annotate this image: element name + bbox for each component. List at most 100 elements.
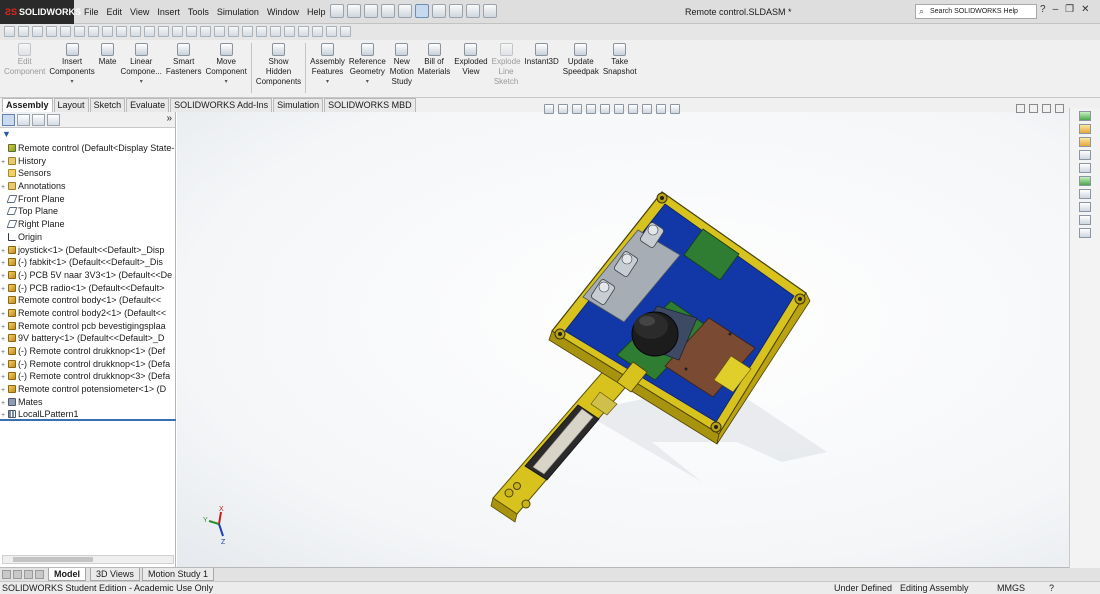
tree-item[interactable]: Sensors bbox=[0, 167, 175, 180]
tree-item[interactable]: Right Plane bbox=[0, 218, 175, 231]
expand-toggle-icon[interactable]: + bbox=[1, 322, 8, 333]
camera-icon[interactable] bbox=[88, 26, 99, 37]
tab-3d-views[interactable]: 3D Views bbox=[90, 568, 140, 581]
menu-item-simulation[interactable]: Simulation bbox=[213, 0, 263, 24]
view-palette-icon[interactable] bbox=[1079, 150, 1091, 160]
restore-icon[interactable]: ❐ bbox=[1065, 4, 1074, 15]
align-icon[interactable] bbox=[186, 26, 197, 37]
instant3d-button[interactable]: Instant3D bbox=[523, 43, 561, 97]
tree-item[interactable]: + Remote control pcb bevestigingsplaa bbox=[0, 320, 175, 333]
expand-toggle-icon[interactable]: + bbox=[1, 284, 8, 295]
update-speedpak-button[interactable]: Update Speedpak bbox=[561, 43, 601, 97]
expand-toggle-icon[interactable]: + bbox=[1, 334, 8, 345]
solidworks-forum-icon[interactable] bbox=[1079, 189, 1091, 199]
tree-item[interactable]: + Mates bbox=[0, 396, 175, 409]
sum-icon[interactable] bbox=[60, 26, 71, 37]
expand-toggle-icon[interactable]: + bbox=[1, 360, 8, 371]
tree-item[interactable]: + Remote control body2<1> (Default<< bbox=[0, 307, 175, 320]
next-tab-icon[interactable] bbox=[24, 570, 33, 579]
help-question-icon[interactable]: ? bbox=[1040, 4, 1046, 15]
filter-icon[interactable]: ▼ bbox=[0, 128, 175, 140]
tree-item[interactable]: + (-) Remote control drukknop<1> (Def bbox=[0, 345, 175, 358]
featuremanager-tab-icon[interactable] bbox=[2, 114, 15, 126]
apply-scene-icon[interactable] bbox=[656, 104, 666, 114]
scrollbar-thumb[interactable] bbox=[13, 557, 93, 562]
expand-toggle-icon[interactable]: + bbox=[1, 246, 8, 257]
status-help-icon[interactable]: ? bbox=[1049, 582, 1054, 594]
file-explorer-icon[interactable] bbox=[1079, 137, 1091, 147]
prev-tab-icon[interactable] bbox=[13, 570, 22, 579]
smart-dim-icon[interactable] bbox=[130, 26, 141, 37]
take-snapshot-button[interactable]: Take Snapshot bbox=[601, 43, 639, 97]
tree-item[interactable]: +9V battery<1> (Default<<Default>_D bbox=[0, 332, 175, 345]
tab-evaluate[interactable]: Evaluate bbox=[126, 98, 170, 112]
section-icon[interactable] bbox=[312, 26, 323, 37]
move-component-button[interactable]: Move Component ▾ bbox=[203, 43, 248, 97]
tree-item[interactable]: Front Plane bbox=[0, 193, 175, 206]
assembly-icon[interactable] bbox=[32, 26, 43, 37]
rebuild-icon[interactable] bbox=[432, 4, 446, 18]
light-icon[interactable] bbox=[270, 26, 281, 37]
propertymanager-tab-icon[interactable] bbox=[17, 114, 30, 126]
paste-icon[interactable] bbox=[172, 26, 183, 37]
material-icon[interactable] bbox=[256, 26, 267, 37]
expand-toggle-icon[interactable]: + bbox=[1, 182, 8, 193]
reference-geometry-button[interactable]: Reference Geometry ▾ bbox=[347, 43, 388, 97]
edit-appearance-icon[interactable] bbox=[642, 104, 652, 114]
toolbox-icon[interactable] bbox=[1079, 215, 1091, 225]
layers-icon[interactable] bbox=[340, 26, 351, 37]
insert-components-button[interactable]: Insert Components ▾ bbox=[47, 43, 96, 97]
minimize-view-icon[interactable] bbox=[1029, 104, 1038, 113]
menu-item-tools[interactable]: Tools bbox=[184, 0, 213, 24]
save-icon[interactable] bbox=[364, 4, 378, 18]
checkbox-icon[interactable] bbox=[18, 26, 29, 37]
show-hidden-components-button[interactable]: Show Hidden Components bbox=[254, 43, 303, 97]
tab-model[interactable]: Model bbox=[48, 568, 86, 581]
tree-item[interactable]: Top Plane bbox=[0, 205, 175, 218]
appearances-scenes-icon[interactable] bbox=[1079, 163, 1091, 173]
options-icon[interactable] bbox=[4, 26, 15, 37]
tab-assembly[interactable]: Assembly bbox=[2, 98, 53, 112]
help-task-icon[interactable] bbox=[1079, 228, 1091, 238]
select-arrow-icon[interactable] bbox=[415, 4, 429, 18]
menu-item-window[interactable]: Window bbox=[263, 0, 303, 24]
cut-icon[interactable] bbox=[144, 26, 155, 37]
tab-solidworks-mbd[interactable]: SOLIDWORKS MBD bbox=[324, 98, 416, 112]
dropdown-arrow-icon[interactable]: ▾ bbox=[140, 77, 143, 87]
minimize-icon[interactable]: – bbox=[1053, 4, 1059, 15]
tree-item[interactable]: + Remote control potensiometer<1> (D bbox=[0, 383, 175, 396]
configurationmanager-tab-icon[interactable] bbox=[32, 114, 45, 126]
open-document-icon[interactable] bbox=[347, 4, 361, 18]
3d-content-central-icon[interactable] bbox=[1079, 202, 1091, 212]
menu-item-view[interactable]: View bbox=[126, 0, 153, 24]
solidworks-logo[interactable]: ƧS SOLIDWORKS bbox=[0, 0, 81, 24]
snapshot-icon[interactable] bbox=[326, 26, 337, 37]
appearance-tab-icon[interactable] bbox=[47, 114, 60, 126]
menu-item-insert[interactable]: Insert bbox=[153, 0, 184, 24]
assembly-model[interactable]: X Y Z bbox=[177, 112, 1100, 567]
constraint-icon[interactable] bbox=[74, 26, 85, 37]
options-gear-icon[interactable] bbox=[466, 4, 480, 18]
linear-compone-button[interactable]: Linear Compone... ▾ bbox=[119, 43, 164, 97]
view-setting-icon[interactable] bbox=[670, 104, 680, 114]
tree-item[interactable]: Origin bbox=[0, 231, 175, 244]
zoom-to-fit-icon[interactable] bbox=[544, 104, 554, 114]
assembly-features-button[interactable]: Assembly Features ▾ bbox=[308, 43, 347, 97]
tab-sketch[interactable]: Sketch bbox=[89, 98, 126, 112]
sketch-icon[interactable] bbox=[116, 26, 127, 37]
tree-item[interactable]: + joystick<1> (Default<<Default>_Disp bbox=[0, 244, 175, 257]
tab-simulation[interactable]: Simulation bbox=[273, 98, 324, 112]
menu-item-edit[interactable]: Edit bbox=[103, 0, 127, 24]
expand-toggle-icon[interactable]: + bbox=[1, 157, 8, 168]
undo-icon[interactable] bbox=[398, 4, 412, 18]
exploded-view-button[interactable]: Exploded View bbox=[452, 43, 489, 97]
bill-of-materials-button[interactable]: Bill of Materials bbox=[416, 43, 452, 97]
render-icon[interactable] bbox=[284, 26, 295, 37]
panel-horizontal-scrollbar[interactable] bbox=[2, 555, 174, 564]
dropdown-arrow-icon[interactable]: ▾ bbox=[326, 77, 329, 87]
tree-item[interactable]: + (-) PCB radio<1> (Default<<Default> bbox=[0, 282, 175, 295]
expand-toggle-icon[interactable]: + bbox=[1, 385, 8, 396]
expand-toggle-icon[interactable]: + bbox=[1, 372, 8, 383]
dropdown-arrow-icon[interactable]: ▾ bbox=[225, 77, 228, 87]
expand-panel-icon[interactable]: » bbox=[166, 113, 172, 124]
